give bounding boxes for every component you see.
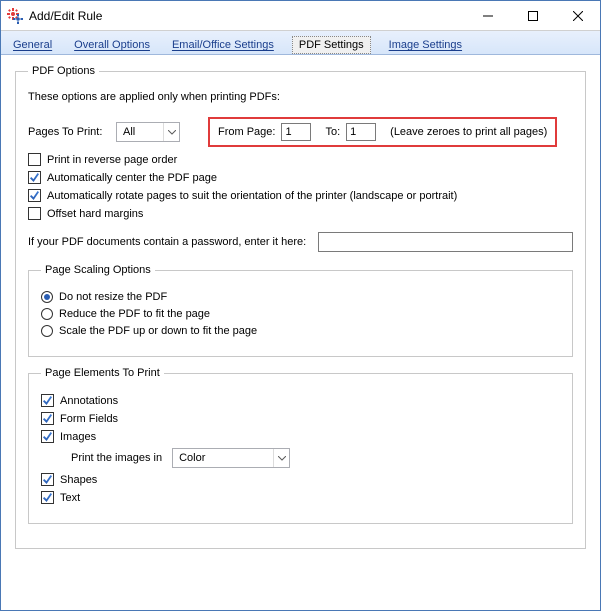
scaling-no-resize-row: Do not resize the PDF [41,291,560,303]
window-title: Add/Edit Rule [29,9,465,23]
offset-margins-checkbox[interactable] [28,207,41,220]
elem-annotations-label: Annotations [60,395,118,407]
print-images-row: Print the images in Color [71,448,560,468]
scaling-scale-row: Scale the PDF up or down to fit the page [41,325,560,337]
offset-margins-row: Offset hard margins [28,207,573,220]
page-elements-legend: Page Elements To Print [41,367,164,379]
window: Add/Edit Rule General Overall Options Em… [0,0,601,611]
scaling-scale-label: Scale the PDF up or down to fit the page [59,325,257,337]
elem-formfields-checkbox[interactable] [41,412,54,425]
pdf-options-legend: PDF Options [28,65,99,77]
scaling-reduce-radio[interactable] [41,308,53,320]
chevron-down-icon [273,449,289,467]
from-page-input[interactable] [281,123,311,141]
elem-annotations-row: Annotations [41,394,560,407]
chevron-down-icon [163,123,179,141]
elem-formfields-row: Form Fields [41,412,560,425]
to-page-input[interactable] [346,123,376,141]
pdf-options-intro: These options are applied only when prin… [28,91,573,103]
password-row: If your PDF documents contain a password… [28,232,573,252]
page-range-hint: (Leave zeroes to print all pages) [390,126,547,138]
tab-pdf-settings[interactable]: PDF Settings [292,36,371,54]
offset-margins-label: Offset hard margins [47,208,143,220]
elem-text-checkbox[interactable] [41,491,54,504]
app-icon [1,8,29,24]
page-range-highlight: From Page: To: (Leave zeroes to print al… [208,117,557,147]
pages-to-print-row: Pages To Print: All From Page: To: (Leav… [28,117,573,147]
tabstrip: General Overall Options Email/Office Set… [1,31,600,55]
minimize-button[interactable] [465,1,510,30]
pages-to-print-value: All [117,126,163,138]
page-scaling-group: Page Scaling Options Do not resize the P… [28,264,573,357]
tab-image-settings[interactable]: Image Settings [385,36,466,54]
tab-email-office-settings[interactable]: Email/Office Settings [168,36,278,54]
center-page-checkbox[interactable] [28,171,41,184]
password-input[interactable] [318,232,573,252]
reverse-order-row: Print in reverse page order [28,153,573,166]
from-page-label: From Page: [218,126,275,138]
scaling-scale-radio[interactable] [41,325,53,337]
titlebar: Add/Edit Rule [1,1,600,31]
scaling-no-resize-radio[interactable] [41,291,53,303]
scaling-reduce-label: Reduce the PDF to fit the page [59,308,210,320]
elem-shapes-row: Shapes [41,473,560,486]
elem-images-row: Images [41,430,560,443]
scaling-no-resize-label: Do not resize the PDF [59,291,167,303]
elem-shapes-checkbox[interactable] [41,473,54,486]
print-images-label: Print the images in [71,452,162,464]
center-page-label: Automatically center the PDF page [47,172,217,184]
pdf-options-group: PDF Options These options are applied on… [15,65,586,549]
close-button[interactable] [555,1,600,30]
elem-images-checkbox[interactable] [41,430,54,443]
print-images-value: Color [173,452,273,464]
page-scaling-legend: Page Scaling Options [41,264,155,276]
elem-text-row: Text [41,491,560,504]
maximize-button[interactable] [510,1,555,30]
print-images-dropdown[interactable]: Color [172,448,290,468]
reverse-order-checkbox[interactable] [28,153,41,166]
elem-annotations-checkbox[interactable] [41,394,54,407]
auto-rotate-row: Automatically rotate pages to suit the o… [28,189,573,202]
to-page-label: To: [325,126,340,138]
pages-to-print-label: Pages To Print: [28,126,110,138]
tab-overall-options[interactable]: Overall Options [70,36,154,54]
tab-general[interactable]: General [9,36,56,54]
auto-rotate-label: Automatically rotate pages to suit the o… [47,190,457,202]
elem-text-label: Text [60,492,80,504]
elem-formfields-label: Form Fields [60,413,118,425]
reverse-order-label: Print in reverse page order [47,154,177,166]
password-label: If your PDF documents contain a password… [28,236,306,248]
content-area: PDF Options These options are applied on… [1,55,600,610]
pages-to-print-dropdown[interactable]: All [116,122,180,142]
elem-shapes-label: Shapes [60,474,97,486]
elem-images-label: Images [60,431,96,443]
center-page-row: Automatically center the PDF page [28,171,573,184]
auto-rotate-checkbox[interactable] [28,189,41,202]
page-elements-group: Page Elements To Print Annotations Form … [28,367,573,524]
scaling-reduce-row: Reduce the PDF to fit the page [41,308,560,320]
